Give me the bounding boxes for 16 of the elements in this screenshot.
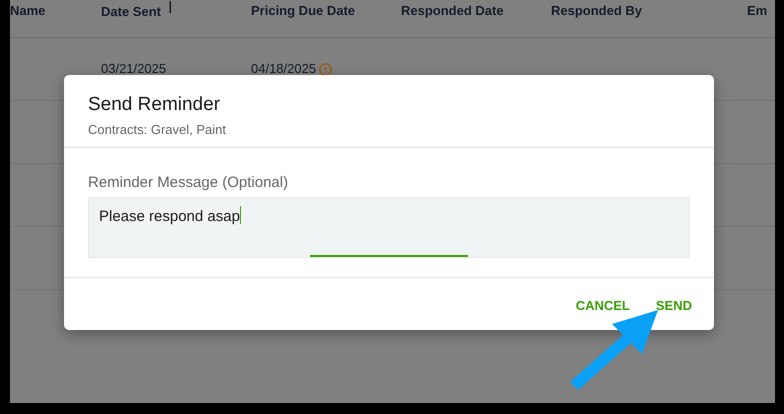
column-header[interactable]: Pricing Due Date bbox=[251, 0, 401, 20]
text-cursor bbox=[240, 206, 241, 224]
dialog-title: Send Reminder bbox=[88, 93, 220, 117]
column-header[interactable]: Date Sent bbox=[101, 1, 161, 22]
table-cell-text: 04/18/2025 bbox=[251, 60, 316, 78]
column-header[interactable]: Responded By bbox=[551, 0, 747, 20]
column-header[interactable]: Em bbox=[747, 0, 775, 20]
pointer-arrow-icon bbox=[570, 310, 658, 390]
send-button[interactable]: SEND bbox=[648, 292, 700, 320]
column-header[interactable]: Name bbox=[10, 0, 101, 20]
field-label: Reminder Message (Optional) bbox=[88, 173, 288, 193]
message-field[interactable]: Please respond asap bbox=[88, 196, 690, 258]
cancel-button[interactable]: CANCEL bbox=[568, 292, 638, 320]
dialog-subtitle: Contracts: Gravel, Paint bbox=[88, 120, 226, 138]
column-header[interactable]: Responded Date bbox=[401, 0, 551, 20]
table-cell-text: 03/21/2025 bbox=[101, 60, 166, 78]
